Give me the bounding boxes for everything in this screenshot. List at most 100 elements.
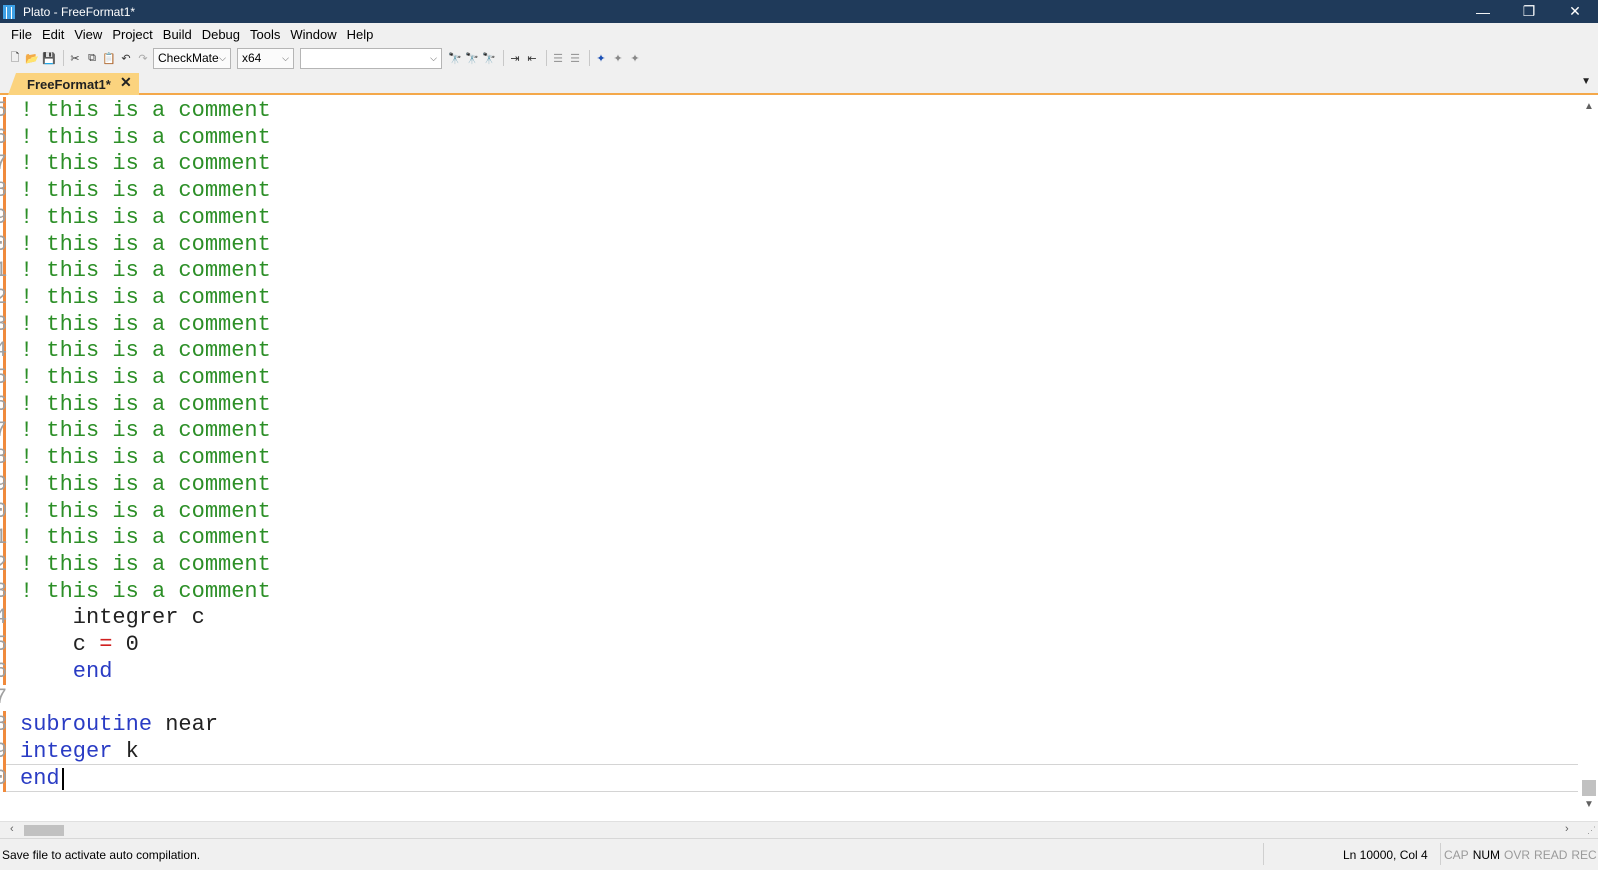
document-tab-strip: FreeFormat1* ✕ ▼ [0,71,1598,95]
outdent-icon[interactable]: ⇤ [525,51,539,65]
scroll-left-icon[interactable]: ‹ [10,823,14,835]
line-number: 9 [0,471,8,497]
menu-bar: File Edit View Project Build Debug Tools Window… [0,23,1598,45]
line-number: 0 [0,498,8,524]
line-number: 3 [0,578,8,604]
code-text: ! this is a comment [20,418,271,444]
line-number: 7 [0,151,8,177]
menu-edit[interactable]: Edit [37,27,69,42]
code-text: ! this is a comment [20,231,271,257]
status-flag-num: NUM [1472,848,1501,862]
tab-label: FreeFormat1* [27,76,111,92]
line-number: 7 [0,685,8,711]
scroll-right-icon[interactable]: › [1565,823,1569,835]
line-number: 5 [0,632,8,657]
find-next-icon[interactable]: 🔭 [465,51,479,65]
code-text: end [20,765,60,791]
vertical-scrollbar[interactable]: ▲ ▼ [1580,97,1598,821]
resize-grip-icon[interactable]: ⋰ [1587,825,1596,836]
toolbar-separator [63,50,64,66]
horizontal-scrollbar[interactable]: ‹ › ⋰ [0,821,1598,838]
line-number: 0 [0,231,8,257]
cut-icon[interactable]: ✂ [68,51,82,65]
replace-icon[interactable]: 🔭 [482,51,496,65]
toolbar-separator [503,50,504,66]
code-text: ! this is a comment [20,498,271,524]
menu-help[interactable]: Help [342,27,379,42]
next-bookmark-icon[interactable]: ✦ [611,51,625,65]
new-file-icon[interactable]: 🗋 [8,51,22,65]
toolbar-separator [546,50,547,66]
code-token: c [20,632,100,657]
line-number: 6 [0,391,8,417]
code-text: ! this is a comment [20,471,271,497]
close-button[interactable]: ✕ [1552,0,1598,23]
line-number: 6 [0,124,8,150]
code-text: ! this is a comment [20,124,271,150]
status-flags: CAP NUM OVR READ REC [1444,848,1598,862]
code-text: ! this is a comment [20,551,271,577]
undo-icon[interactable]: ↶ [119,51,133,65]
configuration-combo[interactable]: CheckMate ⌵ [153,47,231,69]
code-text: ! this is a comment [20,258,271,284]
chevron-down-icon: ⌵ [219,52,226,63]
code-editor[interactable]: 5 ! this is a comment 6 ! this is a comment… [0,97,1580,821]
code-text: ! this is a comment [20,338,271,364]
comment-block-icon[interactable]: ☰ [551,51,565,65]
save-icon[interactable]: 💾 [42,51,56,65]
menu-debug[interactable]: Debug [197,27,245,42]
line-number: 9 [0,204,8,230]
code-token: 0 [112,632,139,657]
code-text: ! this is a comment [20,311,271,337]
configuration-combo-value: CheckMate [158,51,219,65]
operator-token: = [99,632,113,657]
status-divider [1440,843,1441,865]
paste-icon[interactable]: 📋 [102,51,116,65]
toolbar-separator [589,50,590,66]
status-divider [1263,843,1264,865]
code-text: ! this is a comment [20,525,271,551]
menu-file[interactable]: File [6,27,37,42]
restore-button[interactable]: ❐ [1506,0,1552,23]
redo-icon[interactable]: ↷ [136,51,150,65]
line-number: 4 [0,605,8,631]
platform-combo[interactable]: x64 ⌵ [237,47,294,69]
code-token: k [112,738,139,764]
menu-build[interactable]: Build [158,27,197,42]
minimize-button[interactable]: — [1460,0,1506,23]
target-combo[interactable]: ⌵ [300,47,442,69]
code-text: ! this is a comment [20,284,271,310]
menu-view[interactable]: View [69,27,107,42]
uncomment-block-icon[interactable]: ☰ [568,51,582,65]
chevron-down-icon: ⌵ [282,52,289,63]
scroll-up-icon[interactable]: ▲ [1584,101,1594,112]
code-text: ! this is a comment [20,445,271,471]
menu-project[interactable]: Project [107,27,157,42]
status-flag-cap: CAP [1444,848,1469,862]
status-bar: Save file to activate auto compilation. … [0,838,1598,870]
indent-icon[interactable]: ⇥ [508,51,522,65]
menu-window[interactable]: Window [285,27,341,42]
clear-bookmarks-icon[interactable]: ✦ [628,51,642,65]
menu-tools[interactable]: Tools [245,27,285,42]
cursor-position: Ln 10000, Col 4 [1343,848,1428,862]
line-number: 2 [0,551,8,577]
toggle-bookmark-icon[interactable]: ✦ [594,51,608,65]
line-number: 8 [0,445,8,471]
scroll-down-icon[interactable]: ▼ [1584,799,1594,810]
copy-icon[interactable]: ⧉ [85,51,99,65]
text-caret [62,768,64,790]
line-number: 1 [0,258,8,284]
line-number: 6 [0,658,8,684]
code-text: c = 0 [20,631,139,658]
close-tab-icon[interactable]: ✕ [120,74,132,91]
horizontal-scroll-thumb[interactable] [24,825,64,836]
open-folder-icon[interactable]: 📂 [25,51,39,65]
line-number: 8 [0,178,8,204]
plato-app-icon [3,4,15,19]
find-icon[interactable]: 🔭 [448,51,462,65]
code-text: ! this is a comment [20,391,271,417]
tab-list-dropdown-icon[interactable]: ▼ [1581,76,1591,87]
vertical-scroll-thumb[interactable] [1582,780,1596,796]
window-title: Plato - FreeFormat1* [23,4,136,19]
